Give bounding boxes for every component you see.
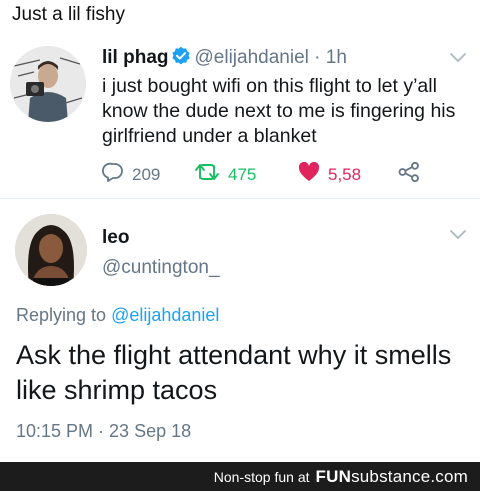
replying-to: Replying to @elijahdaniel (16, 305, 219, 326)
funsubstance-logo[interactable]: FUNsubstance.com (316, 467, 468, 487)
avatar-elijahdaniel[interactable] (10, 46, 86, 122)
tweet-header: lil phag @elijahdaniel · 1h (102, 46, 347, 72)
like-count: 5,58 (328, 164, 362, 184)
tweet-timestamp[interactable]: 10:15 PM · 23 Sep 18 (16, 421, 191, 442)
retweet-icon (194, 162, 220, 187)
retweet-count: 475 (228, 164, 257, 184)
brand-sub: substance (351, 466, 431, 486)
tweet-reply: leo @cuntington_ Replying to @elijahdani… (0, 199, 480, 459)
tweet-text: i just bought wifi on this flight to let… (102, 75, 456, 147)
author-handle[interactable]: @cuntington_ (102, 257, 220, 279)
verified-badge-icon (171, 46, 191, 72)
avatar-cuntington[interactable] (15, 214, 87, 286)
tweet-original: lil phag @elijahdaniel · 1h i just bought… (0, 36, 480, 198)
retweet-button[interactable]: 475 (194, 162, 256, 187)
reply-icon (102, 162, 124, 187)
like-button[interactable]: 5,58 (298, 161, 362, 187)
author-name[interactable]: lil phag (102, 47, 169, 68)
replying-mention-link[interactable]: @elijahdaniel (111, 305, 219, 325)
author-handle[interactable]: @elijahdaniel (195, 47, 309, 68)
brand-fun: FUN (315, 466, 352, 486)
replying-prefix: Replying to (16, 305, 107, 325)
tweet-text: Ask the flight attendant why it smells l… (16, 340, 452, 405)
share-button[interactable] (398, 161, 420, 187)
reply-button[interactable]: 209 (102, 162, 160, 187)
chevron-down-icon[interactable] (450, 50, 466, 68)
watermark-footer: Non-stop fun at FUNsubstance.com (0, 462, 480, 491)
share-icon (398, 161, 420, 187)
tweet-time[interactable]: 1h (326, 47, 347, 68)
footer-text: Non-stop fun at (213, 468, 310, 485)
author-name[interactable]: leo (102, 227, 129, 249)
heart-icon (298, 161, 320, 187)
post-title: Just a lil fishy (12, 4, 125, 25)
brand-com: .com (430, 466, 468, 486)
chevron-down-icon[interactable] (450, 227, 466, 245)
reply-count: 209 (132, 164, 161, 184)
tweet-actions: 209 475 5,58 (102, 161, 442, 187)
